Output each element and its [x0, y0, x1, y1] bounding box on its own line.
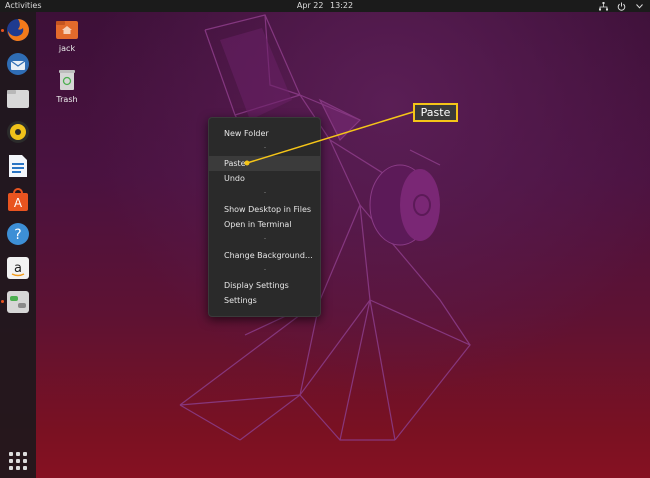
callout-box: Paste: [413, 103, 458, 122]
menu-item-change-background[interactable]: Change Background…: [209, 248, 320, 263]
ubuntu-software-icon[interactable]: A: [5, 187, 31, 213]
activities-button[interactable]: Activities: [5, 0, 42, 12]
desktop-wallpaper[interactable]: [0, 12, 650, 478]
menu-separator: [264, 238, 266, 239]
svg-text:A: A: [14, 196, 23, 210]
desktop-context-menu: New Folder Paste Undo Show Desktop in Fi…: [208, 117, 321, 317]
menu-item-settings[interactable]: Settings: [209, 293, 320, 308]
files-icon[interactable]: [5, 85, 31, 111]
toggle-settings-icon[interactable]: [5, 289, 31, 315]
grid-icon[interactable]: [9, 452, 27, 470]
wallpaper-artwork: [179, 14, 471, 441]
dock: A ? a: [0, 12, 36, 478]
menu-separator: [264, 147, 266, 148]
desktop-icon-label: jack: [58, 44, 76, 53]
desktop-icon-label: Trash: [56, 95, 78, 104]
svg-text:?: ?: [14, 227, 21, 243]
running-indicator: [1, 29, 4, 32]
clock-date: Apr 22: [296, 1, 324, 10]
amazon-icon[interactable]: a: [5, 255, 31, 281]
desktop-icon-home[interactable]: jack: [50, 18, 84, 53]
network-icon[interactable]: [598, 0, 608, 12]
thunderbird-icon[interactable]: [5, 51, 31, 77]
callout-label: Paste: [415, 105, 456, 120]
system-tray[interactable]: [598, 0, 644, 12]
libreoffice-writer-icon[interactable]: [5, 153, 31, 179]
menu-separator: [264, 192, 266, 193]
menu-item-show-desktop-in-files[interactable]: Show Desktop in Files: [209, 202, 320, 217]
running-indicator: [1, 300, 4, 303]
svg-text:a: a: [14, 261, 22, 276]
menu-separator: [264, 269, 266, 270]
menu-item-paste[interactable]: Paste: [209, 156, 320, 171]
top-bar: Activities Apr 22 13:22: [0, 0, 650, 12]
home-folder-icon: [55, 18, 79, 42]
clock[interactable]: Apr 22 13:22: [295, 0, 355, 12]
menu-item-new-folder[interactable]: New Folder: [209, 126, 320, 141]
firefox-icon[interactable]: [5, 17, 31, 43]
menu-item-undo[interactable]: Undo: [209, 171, 320, 186]
menu-item-display-settings[interactable]: Display Settings: [209, 278, 320, 293]
desktop-icon-trash[interactable]: Trash: [50, 69, 84, 104]
help-icon[interactable]: ?: [5, 221, 31, 247]
rhythmbox-icon[interactable]: [5, 119, 31, 145]
trash-icon: [55, 69, 79, 93]
power-icon[interactable]: [616, 0, 626, 12]
chevron-down-icon[interactable]: [634, 0, 644, 12]
clock-time: 13:22: [330, 1, 354, 10]
menu-item-open-in-terminal[interactable]: Open in Terminal: [209, 217, 320, 232]
